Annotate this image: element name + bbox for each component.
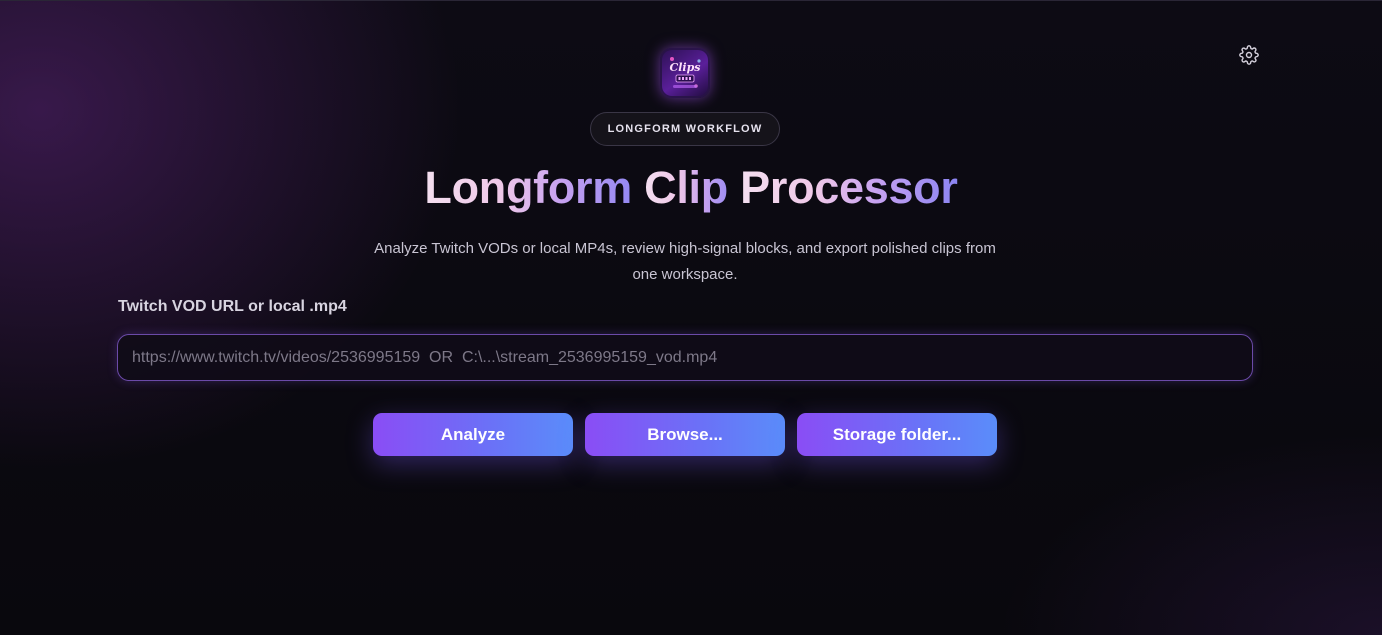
page-subtitle: Analyze Twitch VODs or local MP4s, revie… [355, 236, 1015, 288]
gear-icon [1239, 45, 1259, 65]
subtitle-line-2: one workspace. [632, 266, 738, 283]
app-logo: Clips [660, 48, 710, 98]
title-part-clip: Clip [644, 162, 741, 213]
logo-text: Clips [670, 61, 701, 74]
browse-button[interactable]: Browse... [585, 413, 785, 456]
analyze-button[interactable]: Analyze [373, 413, 573, 456]
window-top-border [0, 0, 1382, 1]
title-part-processor: Processor [740, 162, 958, 213]
settings-button[interactable] [1236, 42, 1262, 68]
source-input[interactable] [118, 335, 1252, 380]
subtitle-line-1: Analyze Twitch VODs or local MP4s, revie… [374, 240, 996, 257]
source-input-container [117, 334, 1253, 381]
source-input-label: Twitch VOD URL or local .mp4 [118, 298, 347, 315]
workflow-badge: LONGFORM WORKFLOW [590, 112, 780, 146]
title-part-longform: Longform [424, 162, 645, 213]
page-title: Longform Clip Processor [0, 160, 1382, 216]
storage-folder-button[interactable]: Storage folder... [797, 413, 997, 456]
